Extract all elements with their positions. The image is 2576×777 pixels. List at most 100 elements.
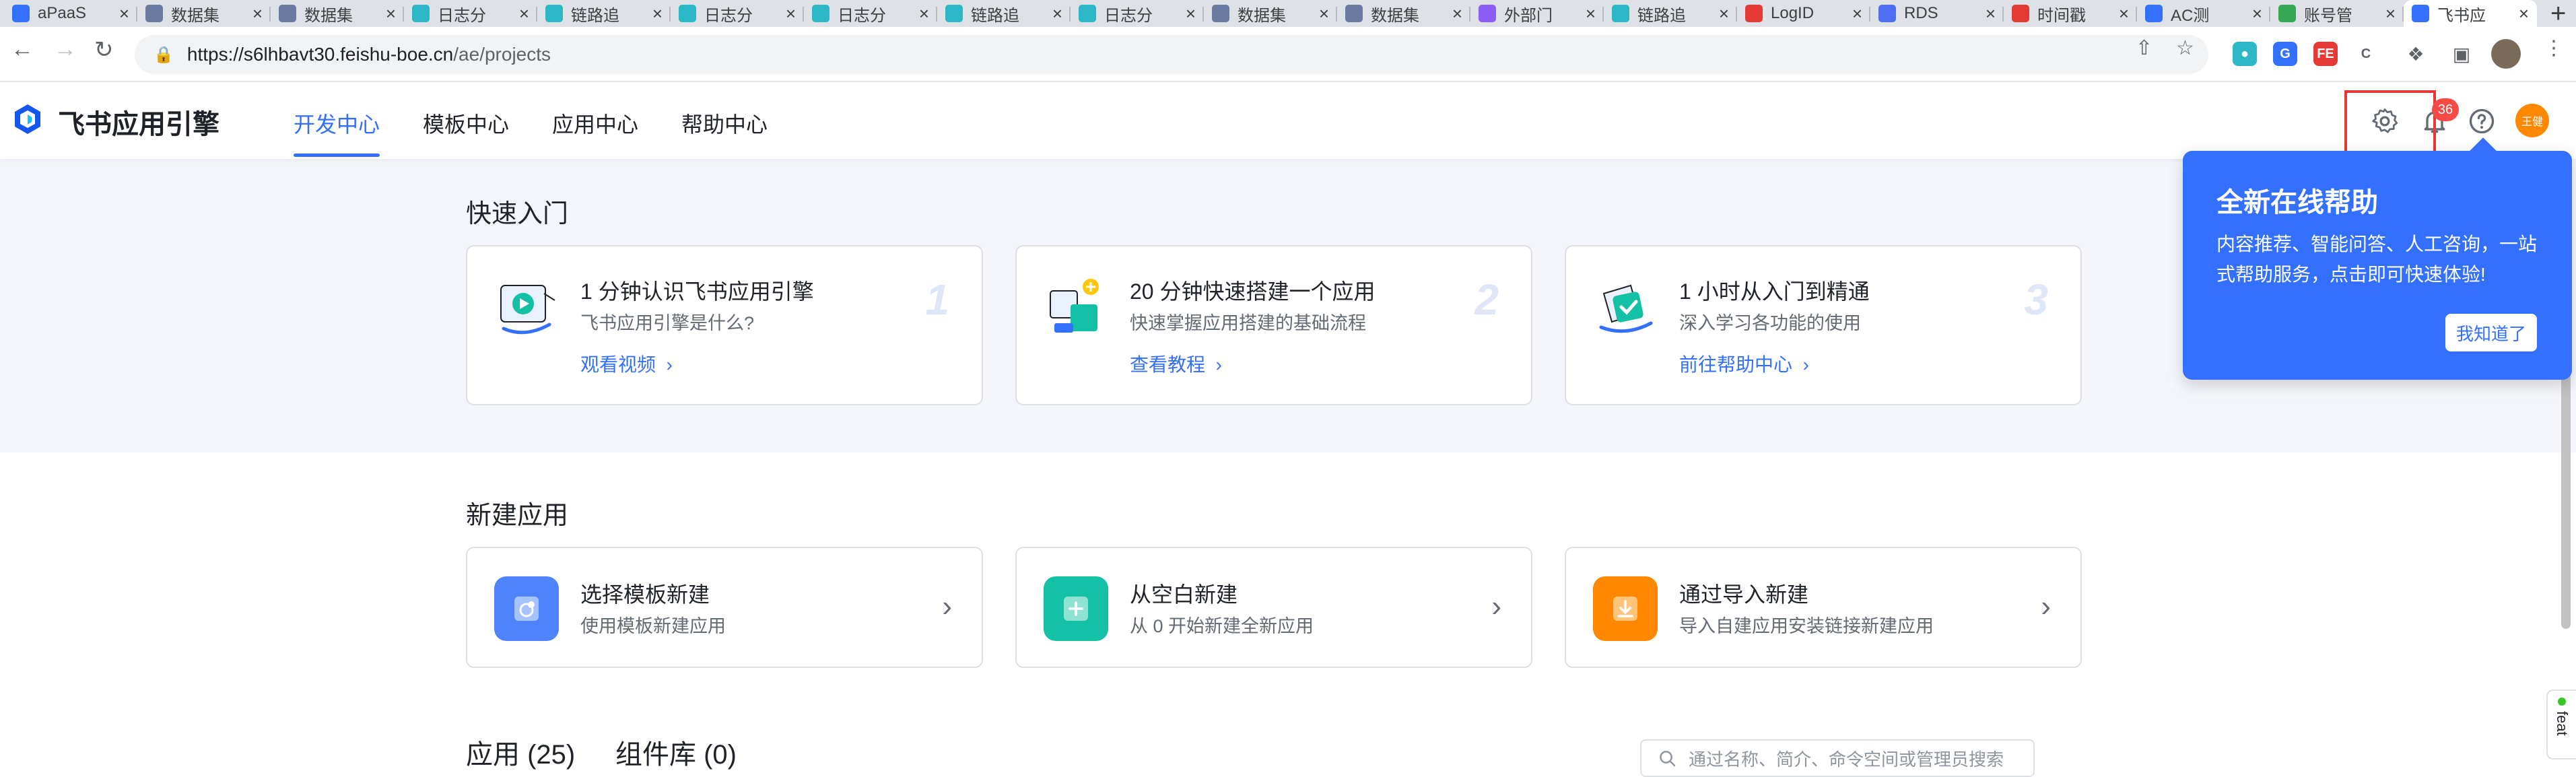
tab-label: 链路追 (1637, 6, 1686, 25)
browser-tab[interactable]: 数据集 × (1337, 0, 1470, 27)
sidebar-icon[interactable]: ▣ (2449, 42, 2474, 66)
tab-close-icon[interactable]: × (1586, 3, 1596, 24)
tab-close-icon[interactable]: × (386, 3, 396, 24)
tab-close-icon[interactable]: × (2252, 3, 2262, 24)
chevron-right-icon: › (1802, 354, 1809, 375)
tab-label: 外部门 (1504, 6, 1553, 25)
nav-help-center[interactable]: 帮助中心 (681, 108, 768, 139)
help-center-link[interactable]: 前往帮助中心 › (1679, 350, 1809, 377)
nav-template-center[interactable]: 模板中心 (423, 108, 509, 139)
card-title: 1 分钟认识飞书应用引擎 (580, 279, 814, 304)
new-tab-icon[interactable]: + (2550, 0, 2566, 29)
tab-close-icon[interactable]: × (2119, 3, 2129, 24)
new-from-blank-card[interactable]: 从空白新建 从 0 开始新建全新应用 › (1015, 547, 1532, 668)
tab-close-icon[interactable]: × (1452, 3, 1462, 24)
share-icon[interactable]: ⇧ (2136, 36, 2153, 60)
tab-close-icon[interactable]: × (252, 3, 263, 24)
chevron-right-icon: › (1491, 590, 1501, 623)
browser-tab[interactable]: 外部门 × (1470, 0, 1604, 27)
tab-label: AC测 (2171, 6, 2210, 25)
browser-tab[interactable]: 链路追 × (537, 0, 671, 27)
tab-favicon-icon (1345, 5, 1363, 22)
tab-close-icon[interactable]: × (786, 3, 796, 24)
browser-tab[interactable]: AC测 × (2137, 0, 2270, 27)
url-text: https://s6lhbavt30.feishu-boe.cn/ae/proj… (187, 44, 551, 65)
browser-tab[interactable]: 数据集 × (137, 0, 271, 27)
card-title: 从空白新建 (1130, 582, 1238, 607)
extension-icon[interactable]: G (2273, 42, 2297, 66)
tab-favicon-icon (412, 5, 430, 22)
browser-tab[interactable]: RDS × (1870, 0, 2004, 27)
watch-video-link[interactable]: 观看视频 › (580, 350, 673, 377)
got-it-button[interactable]: 我知道了 (2445, 314, 2537, 351)
app-search-input[interactable]: 通过名称、简介、命令空间或管理员搜索 (1640, 739, 2035, 777)
tab-close-icon[interactable]: × (919, 3, 929, 24)
tab-close-icon[interactable]: × (1186, 3, 1196, 24)
reload-icon[interactable]: ↻ (94, 36, 114, 63)
tab-close-icon[interactable]: × (652, 3, 663, 24)
tab-favicon-icon (1878, 5, 1896, 22)
forward-icon[interactable]: → (54, 36, 77, 63)
browser-tab[interactable]: 飞书应 × (2404, 0, 2537, 27)
browser-tab[interactable]: 账号管 × (2270, 0, 2404, 27)
browser-tab[interactable]: aPaaS × (4, 0, 137, 27)
address-bar[interactable]: 🔒 https://s6lhbavt30.feishu-boe.cn/ae/pr… (135, 35, 2208, 74)
card-title: 20 分钟快速搭建一个应用 (1130, 279, 1376, 304)
tab-close-icon[interactable]: × (1852, 3, 1862, 24)
new-from-template-card[interactable]: 选择模板新建 使用模板新建应用 › (466, 547, 983, 668)
bookmark-star-icon[interactable]: ☆ (2176, 36, 2194, 60)
tab-label: 日志分 (838, 6, 886, 25)
popover-title: 全新在线帮助 (2216, 188, 2378, 217)
back-icon[interactable]: ← (11, 36, 34, 63)
new-from-import-card[interactable]: 通过导入新建 导入自建应用安装链接新建应用 › (1565, 547, 2082, 668)
browser-tab[interactable]: LogID × (1737, 0, 1870, 27)
tab-close-icon[interactable]: × (119, 3, 129, 24)
browser-tab[interactable]: 数据集 × (1204, 0, 1337, 27)
extension-icon[interactable]: ● (2233, 42, 2257, 66)
tab-close-icon[interactable]: × (519, 3, 529, 24)
view-tutorial-link[interactable]: 查看教程 › (1130, 350, 1222, 377)
tab-close-icon[interactable]: × (1052, 3, 1062, 24)
puzzle-icon[interactable]: ❖ (2404, 42, 2428, 66)
tab-component-library[interactable]: 组件库 (0) (615, 733, 737, 772)
tab-close-icon[interactable]: × (2385, 3, 2396, 24)
browser-tab[interactable]: 链路追 × (937, 0, 1071, 27)
tab-favicon-icon (679, 5, 696, 22)
quick-start-card[interactable]: 1 分钟认识飞书应用引擎 飞书应用引擎是什么? 观看视频 › 1 (466, 245, 983, 405)
new-app-title: 新建应用 (466, 502, 569, 530)
extension-icon[interactable]: C (2354, 42, 2378, 66)
nav-dev-center[interactable]: 开发中心 (294, 108, 380, 139)
browser-tab[interactable]: 数据集 × (271, 0, 404, 27)
user-avatar[interactable]: 王健 (2515, 104, 2549, 137)
tab-label: 数据集 (1371, 6, 1419, 25)
tab-close-icon[interactable]: × (2519, 3, 2529, 24)
tab-apps[interactable]: 应用 (25) (466, 733, 575, 772)
tab-close-icon[interactable]: × (1319, 3, 1329, 24)
tab-close-icon[interactable]: × (1719, 3, 1729, 24)
extension-icon[interactable]: FE (2313, 42, 2338, 66)
browser-tab[interactable]: 日志分 × (804, 0, 937, 27)
search-placeholder: 通过名称、简介、命令空间或管理员搜索 (1689, 749, 2004, 770)
tab-label: 日志分 (704, 6, 753, 25)
feedback-tab[interactable]: feat (2546, 689, 2576, 759)
feedback-label: feat (2554, 711, 2571, 736)
profile-avatar[interactable] (2491, 39, 2521, 69)
more-icon[interactable]: ⋮ (2544, 36, 2564, 60)
notification-badge: 36 (2432, 98, 2459, 121)
tab-favicon-icon (812, 5, 829, 22)
nav-app-center[interactable]: 应用中心 (552, 108, 638, 139)
browser-tab[interactable]: 时间戳 × (2004, 0, 2137, 27)
quick-start-card[interactable]: 20 分钟快速搭建一个应用 快速掌握应用搭建的基础流程 查看教程 › 2 (1015, 245, 1532, 405)
help-icon[interactable] (2467, 106, 2497, 136)
brand-name: 飞书应用引擎 (58, 110, 219, 139)
browser-tab[interactable]: 日志分 × (671, 0, 804, 27)
browser-tab[interactable]: 日志分 × (1071, 0, 1204, 27)
tab-label: 日志分 (1104, 6, 1153, 25)
browser-tab[interactable]: 日志分 × (404, 0, 537, 27)
tab-close-icon[interactable]: × (1986, 3, 1996, 24)
lock-icon: 🔒 (154, 45, 174, 64)
nav-active-indicator (294, 154, 380, 157)
browser-tab[interactable]: 链路追 × (1604, 0, 1737, 27)
tab-label: 链路追 (571, 6, 619, 25)
quick-start-card[interactable]: 1 小时从入门到精通 深入学习各功能的使用 前往帮助中心 › 3 (1565, 245, 2082, 405)
